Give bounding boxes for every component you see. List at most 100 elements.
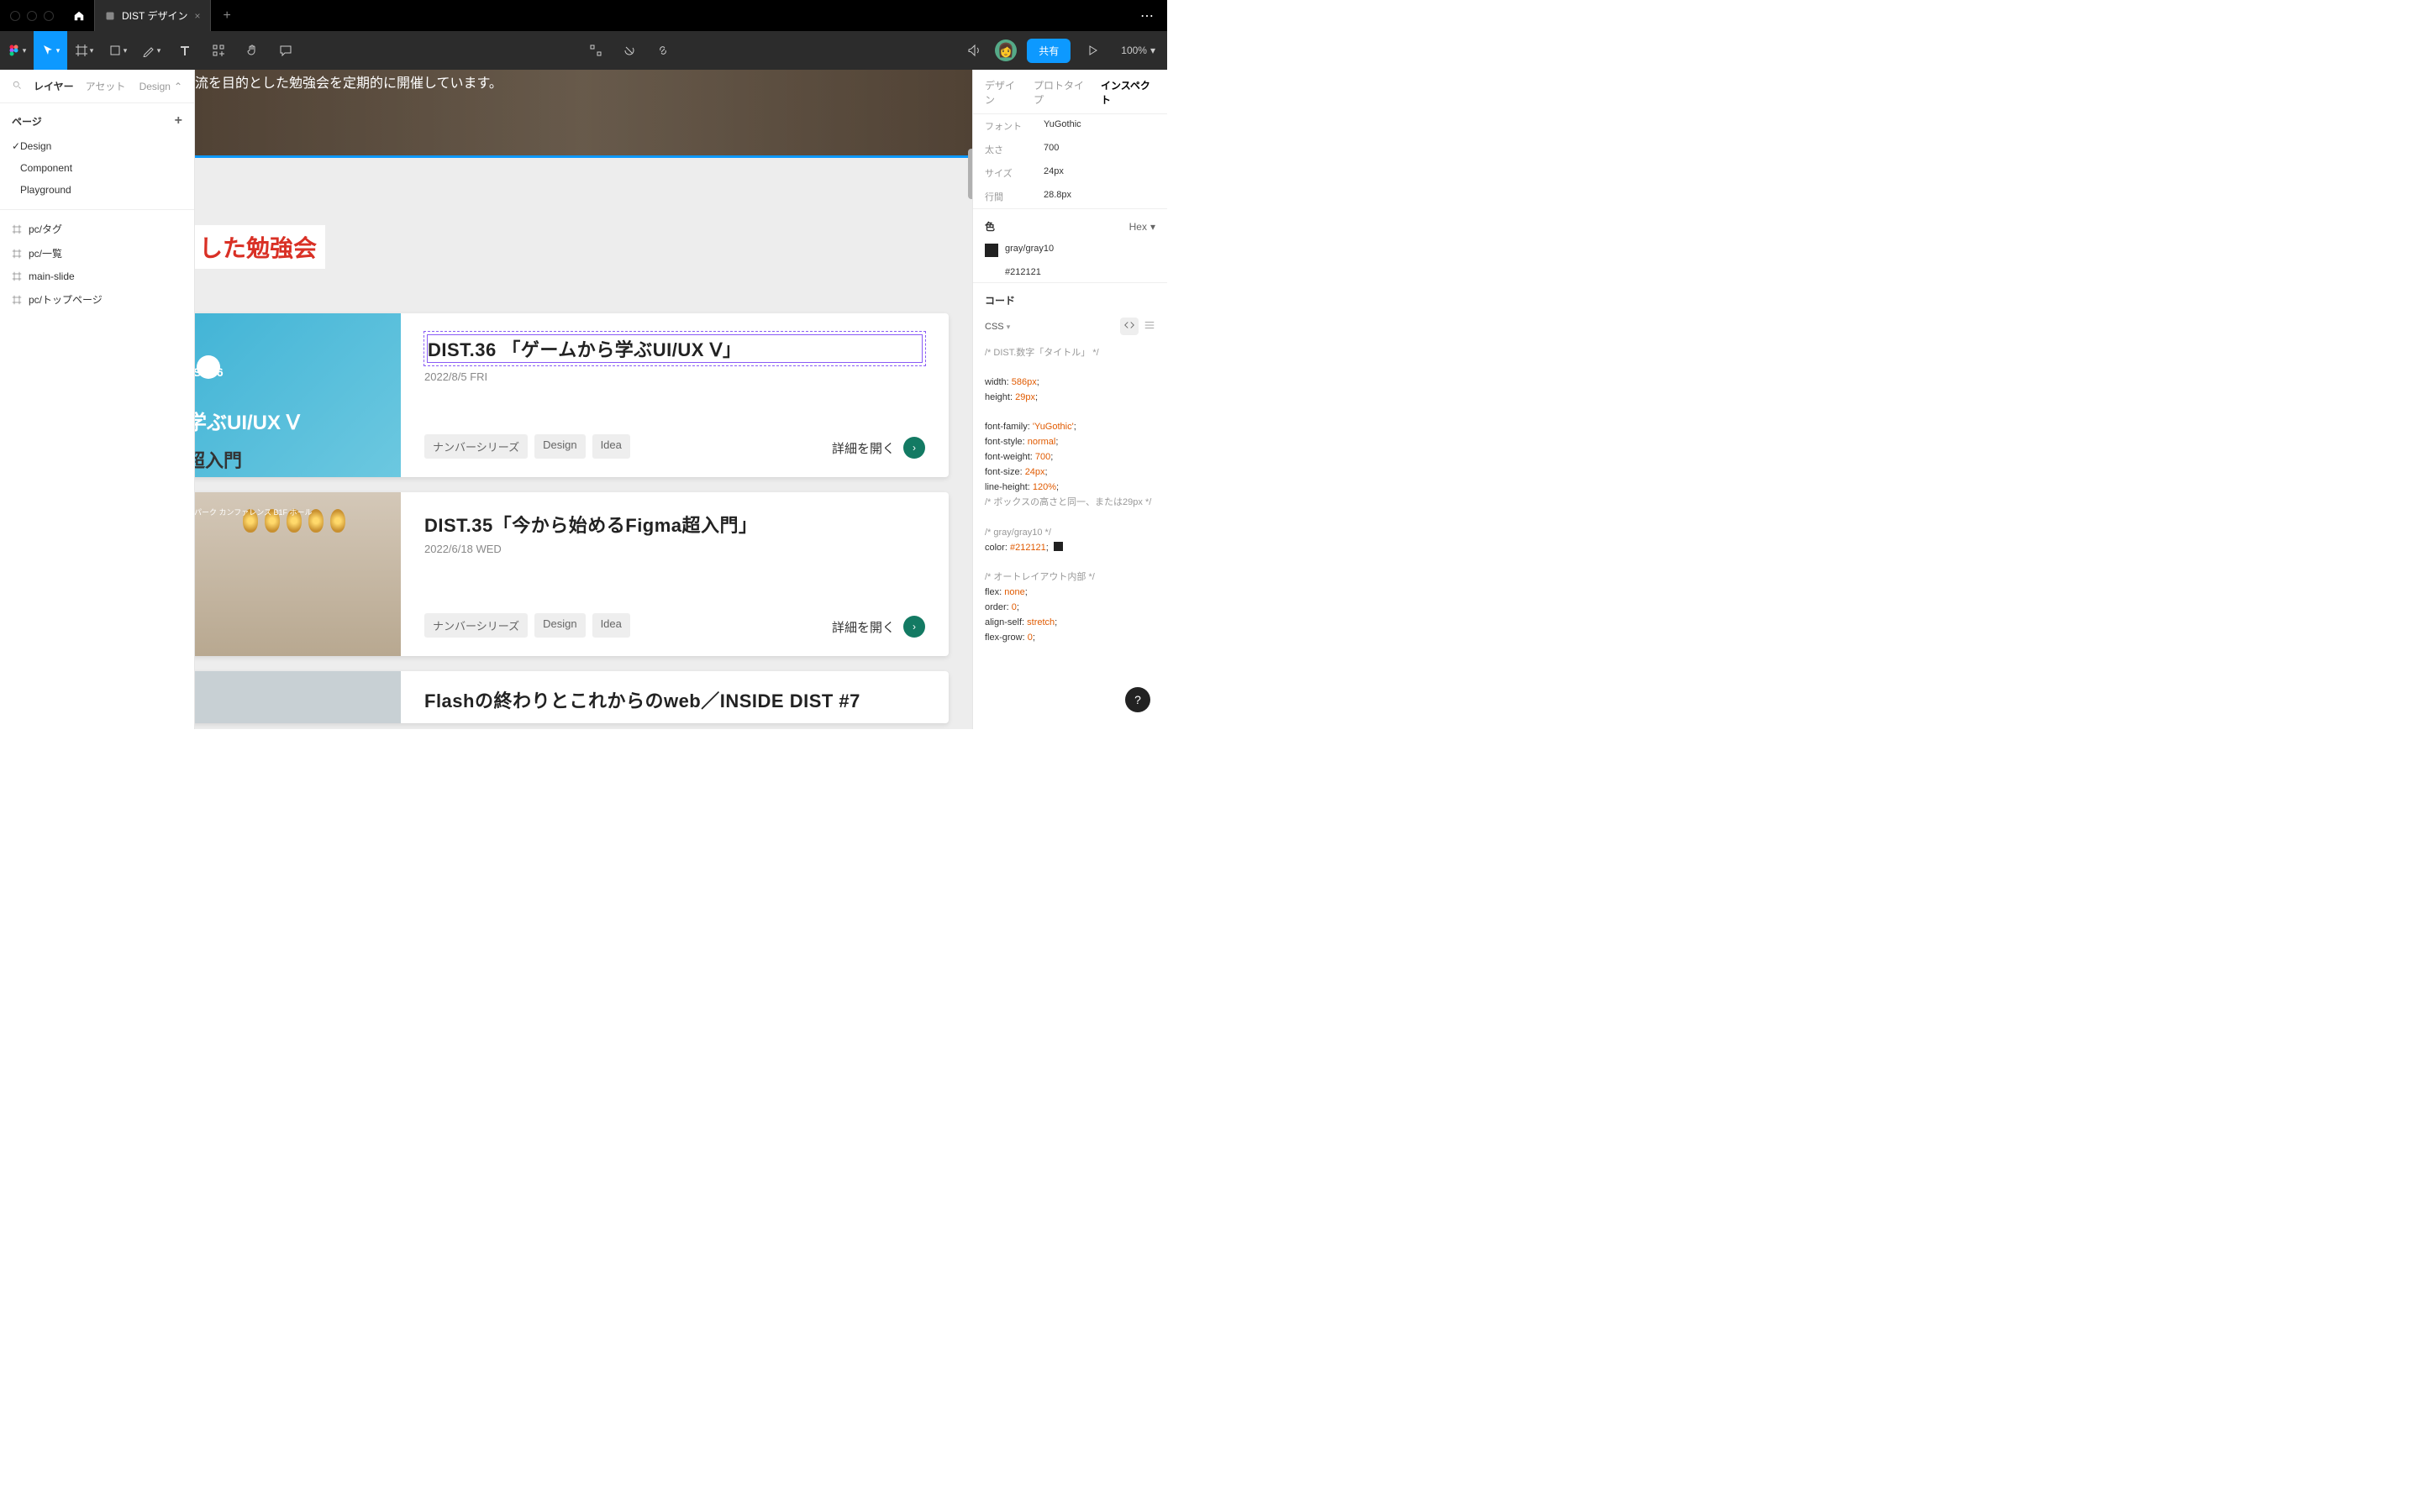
inspect-tab[interactable]: インスペクト (1101, 78, 1155, 107)
canvas[interactable]: 流を目的とした勉強会を定期的に開催しています。 した勉強会 IST.36 学ぶU… (195, 70, 972, 729)
frame-tool-icon[interactable]: ▾ (67, 31, 101, 70)
chevron-up-icon: ⌃ (174, 81, 182, 92)
card-thumbnail (195, 671, 401, 723)
home-icon[interactable] (64, 10, 94, 22)
code-view-icon[interactable] (1120, 318, 1139, 335)
color-row[interactable]: gray/gray10 (973, 239, 1167, 262)
shape-tool-icon[interactable]: ▾ (101, 31, 134, 70)
design-tab[interactable]: デザイン (985, 78, 1022, 107)
tag[interactable]: Idea (592, 613, 630, 638)
typography-row: サイズ24px (973, 161, 1167, 185)
card-tags: ナンバーシリーズ Design Idea (424, 613, 630, 638)
new-tab-button[interactable]: + (211, 8, 242, 24)
move-tool-icon[interactable]: ▾ (34, 31, 67, 70)
chevron-right-icon: › (903, 437, 925, 459)
typography-row: 行間28.8px (973, 185, 1167, 208)
layer-item[interactable]: pc/トップページ (0, 287, 194, 312)
right-panel: デザイン プロトタイプ インスペクト フォントYuGothic 太さ700 サイ… (972, 70, 1167, 729)
code-toolbar: CSS ▾ (973, 312, 1167, 340)
event-card: Flashの終わりとこれからのweb／INSIDE DIST #7 (195, 671, 949, 723)
user-avatar[interactable]: 👩 (995, 39, 1017, 61)
card-title: DIST.35「今から始めるFigma超入門」 (424, 511, 925, 538)
minimize-window-icon[interactable] (27, 11, 37, 21)
detail-link[interactable]: 詳細を開く › (832, 437, 925, 459)
assets-tab[interactable]: アセット (86, 79, 126, 93)
tag[interactable]: ナンバーシリーズ (424, 434, 528, 459)
tag[interactable]: Design (534, 613, 585, 638)
chevron-right-icon: › (903, 616, 925, 638)
table-view-icon[interactable] (1144, 319, 1155, 333)
file-tab[interactable]: DIST デザイン × (94, 0, 211, 31)
code-lang-selector[interactable]: CSS ▾ (985, 322, 1010, 332)
layer-list: pc/タグ pc/一覧 main-slide pc/トップページ (0, 209, 194, 312)
close-tab-icon[interactable]: × (194, 10, 200, 22)
card-body: DIST.35「今から始めるFigma超入門」 2022/6/18 WED ナン… (401, 492, 949, 656)
zoom-value: 100% (1121, 45, 1147, 56)
page-item[interactable]: Design (0, 135, 194, 157)
thumb-text: IST.36 (195, 365, 224, 379)
detail-link[interactable]: 詳細を開く › (832, 616, 925, 638)
resources-icon[interactable] (202, 31, 235, 70)
page-item[interactable]: Component (0, 157, 194, 179)
color-format-selector[interactable]: Hex ▾ (1129, 221, 1155, 233)
left-panel: レイヤー アセット Design ⌃ ページ + Design Componen… (0, 70, 195, 729)
help-button[interactable]: ? (1125, 687, 1150, 712)
layer-item[interactable]: pc/一覧 (0, 241, 194, 265)
text-tool-icon[interactable] (168, 31, 202, 70)
figma-menu-icon[interactable]: ▾ (0, 31, 34, 70)
zoom-selector[interactable]: 100%▾ (1109, 45, 1167, 56)
card-body: Flashの終わりとこれからのweb／INSIDE DIST #7 (401, 671, 949, 723)
pages-section-head: ページ + (0, 103, 194, 135)
card-date: 2022/6/18 WED (424, 543, 925, 555)
present-icon[interactable] (1076, 31, 1109, 70)
card-title-selected[interactable]: DIST.36 「ゲームから学ぶUI/UX Ⅴ」 (428, 335, 922, 362)
pen-tool-icon[interactable]: ▾ (134, 31, 168, 70)
left-panel-tabs: レイヤー アセット Design ⌃ (0, 70, 194, 103)
chevron-down-icon: ▾ (1007, 323, 1011, 331)
css-code[interactable]: /* DIST.数字「タイトル」 */ width: 586px; height… (973, 340, 1167, 650)
section-heading: した勉強会 (199, 230, 317, 264)
comment-tool-icon[interactable] (269, 31, 302, 70)
search-icon[interactable] (12, 80, 22, 92)
chevron-down-icon: ▾ (1150, 221, 1155, 233)
card-title: Flashの終わりとこれからのweb／INSIDE DIST #7 (424, 686, 925, 713)
window-controls (0, 11, 64, 21)
code-section-head: コード (973, 282, 1167, 312)
chevron-down-icon: ▾ (1150, 45, 1155, 56)
card-list: IST.36 学ぶUI/UX Ⅴ ルパーク カンファレンス B1F ホール DI… (195, 313, 949, 729)
color-section-head: 色 Hex ▾ (973, 208, 1167, 239)
add-page-button[interactable]: + (175, 113, 182, 129)
component-controls-icon[interactable] (579, 31, 613, 70)
typography-row: フォントYuGothic (973, 114, 1167, 138)
hand-tool-icon[interactable] (235, 31, 269, 70)
hero-text: 流を目的とした勉強会を定期的に開催しています。 (195, 71, 502, 92)
tag[interactable]: Idea (592, 434, 630, 459)
layer-item[interactable]: pc/タグ (0, 217, 194, 241)
color-row: #212121 (973, 262, 1167, 282)
prototype-tab[interactable]: プロトタイプ (1034, 78, 1089, 107)
link-icon[interactable] (646, 31, 680, 70)
card-tags: ナンバーシリーズ Design Idea (424, 434, 630, 459)
audio-icon[interactable] (956, 31, 990, 70)
share-button[interactable]: 共有 (1027, 39, 1071, 63)
titlebar-menu-icon[interactable]: ⋯ (1127, 8, 1167, 24)
tag[interactable]: ナンバーシリーズ (424, 613, 528, 638)
event-card: IST.36 学ぶUI/UX Ⅴ ルパーク カンファレンス B1F ホール DI… (195, 313, 949, 477)
close-window-icon[interactable] (10, 11, 20, 21)
titlebar: DIST デザイン × + ⋯ (0, 0, 1167, 31)
hero-image: 流を目的とした勉強会を定期的に開催しています。 (195, 70, 972, 158)
layers-tab[interactable]: レイヤー (34, 79, 74, 93)
zoom-window-icon[interactable] (44, 11, 54, 21)
card-date: 2022/8/5 FRI (424, 370, 925, 383)
section-heading-box: した勉強会 (195, 225, 325, 269)
inspect-tabs: デザイン プロトタイプ インスペクト (973, 70, 1167, 114)
tag[interactable]: Design (534, 434, 585, 459)
card-body: DIST.36 「ゲームから学ぶUI/UX Ⅴ」 2022/8/5 FRI ナン… (401, 313, 949, 477)
page-selector[interactable]: Design ⌃ (139, 81, 182, 92)
layer-item[interactable]: main-slide (0, 265, 194, 287)
reset-icon[interactable] (613, 31, 646, 70)
file-tab-label: DIST デザイン (122, 8, 187, 23)
page-item[interactable]: Playground (0, 179, 194, 201)
typography-row: 太さ700 (973, 138, 1167, 161)
pages-label: ページ (12, 114, 42, 129)
